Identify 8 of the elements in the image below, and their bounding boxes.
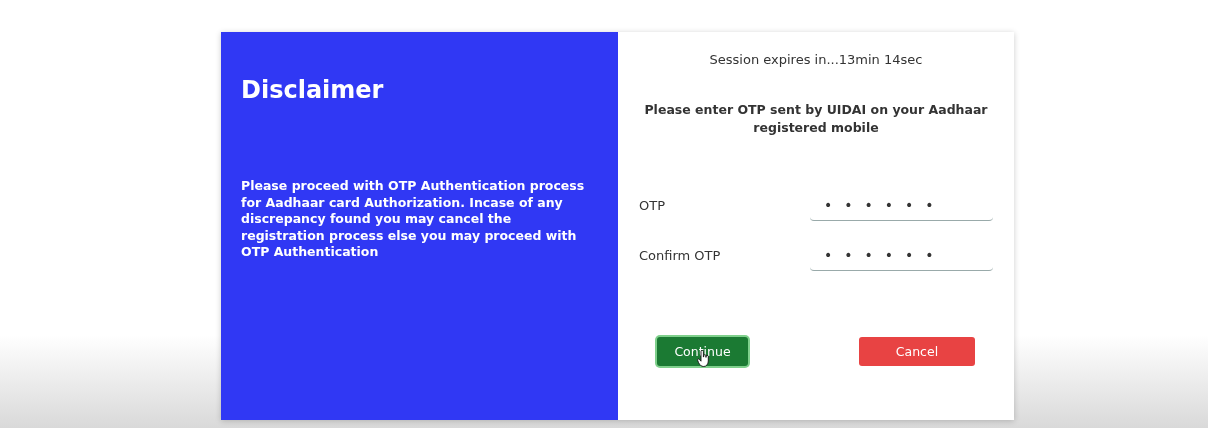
otp-instruction: Please enter OTP sent by UIDAI on your Aadhaar registered mobile: [643, 101, 989, 137]
session-timer: Session expires in...13min 14sec: [709, 52, 923, 67]
disclaimer-text: Please proceed with OTP Authentication process for Aadhaar card Authorization. Incase of any discrepancy found you may cancel the registration process else you may proceed with OTP Authentication: [241, 178, 586, 261]
field-label: OTP: [639, 197, 665, 213]
continue-button[interactable]: Continue: [657, 337, 748, 366]
disclaimer-title: Disclaimer: [241, 76, 385, 104]
field-label: Confirm OTP: [639, 247, 721, 263]
cancel-button[interactable]: Cancel: [859, 337, 975, 366]
